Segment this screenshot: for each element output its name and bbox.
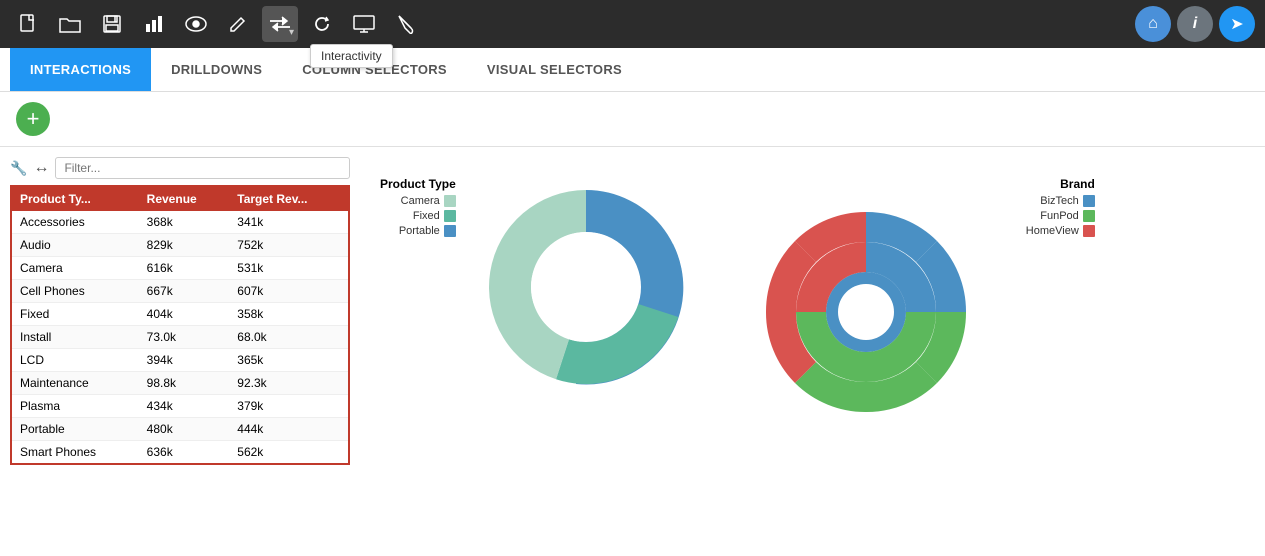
- table-cell-col0: LCD: [11, 349, 139, 372]
- table-cell-col0: Maintenance: [11, 372, 139, 395]
- table-row: Accessories368k341k: [11, 211, 349, 234]
- save-icon[interactable]: [94, 6, 130, 42]
- table-cell-col0: Cell Phones: [11, 280, 139, 303]
- home-icon[interactable]: ⌂: [1135, 6, 1171, 42]
- open-folder-icon[interactable]: [52, 6, 88, 42]
- table-cell-col1: 98.8k: [139, 372, 230, 395]
- table-row: Portable480k444k: [11, 418, 349, 441]
- interactivity-tooltip: Interactivity: [310, 44, 393, 68]
- table-cell-col1: 829k: [139, 234, 230, 257]
- col-header-revenue: Revenue: [139, 186, 230, 211]
- table-cell-col2: 92.3k: [229, 372, 349, 395]
- table-cell-col0: Plasma: [11, 395, 139, 418]
- table-cell-col1: 73.0k: [139, 326, 230, 349]
- share-icon[interactable]: ➤: [1219, 6, 1255, 42]
- table-cell-col1: 636k: [139, 441, 230, 465]
- table-row: Fixed404k358k: [11, 303, 349, 326]
- table-cell-col0: Install: [11, 326, 139, 349]
- table-cell-col1: 368k: [139, 211, 230, 234]
- arrows-icon[interactable]: ↔: [33, 159, 49, 177]
- table-cell-col0: Fixed: [11, 303, 139, 326]
- interactivity-icon[interactable]: ▾: [262, 6, 298, 42]
- table-cell-col1: 404k: [139, 303, 230, 326]
- donut-chart-1: [466, 167, 706, 407]
- legend-color-fixed: [444, 210, 456, 222]
- tab-visual-selectors[interactable]: VISUAL SELECTORS: [467, 48, 642, 91]
- col-header-target: Target Rev...: [229, 186, 349, 211]
- table-cell-col1: 434k: [139, 395, 230, 418]
- chart1-legend-title: Product Type: [380, 177, 456, 191]
- data-table: Product Ty... Revenue Target Rev... Acce…: [10, 185, 350, 465]
- legend-color-portable: [444, 225, 456, 237]
- legend-item-homeview: HomeView: [1026, 225, 1095, 237]
- monitor-icon[interactable]: [346, 6, 382, 42]
- toolbar: ▾ ⌂ i ➤: [0, 0, 1265, 48]
- table-row: LCD394k365k: [11, 349, 349, 372]
- brush-icon[interactable]: [388, 6, 424, 42]
- legend-color-camera: [444, 195, 456, 207]
- chart2-legend-title: Brand: [1026, 177, 1095, 191]
- content-area: 🔧 ↔ Product Ty... Revenue Target Rev... …: [0, 157, 1265, 556]
- table-cell-col0: Camera: [11, 257, 139, 280]
- table-cell-col2: 752k: [229, 234, 349, 257]
- table-row: Plasma434k379k: [11, 395, 349, 418]
- table-cell-col0: Accessories: [11, 211, 139, 234]
- eye-icon[interactable]: [178, 6, 214, 42]
- table-row: Camera616k531k: [11, 257, 349, 280]
- table-cell-col0: Smart Phones: [11, 441, 139, 465]
- tab-drilldowns[interactable]: DRILLDOWNS: [151, 48, 282, 91]
- table-cell-col1: 480k: [139, 418, 230, 441]
- chart1-legend: Product Type Camera Fixed Portable: [380, 167, 456, 240]
- legend-color-homeview: [1083, 225, 1095, 237]
- table-cell-col2: 444k: [229, 418, 349, 441]
- table-panel: 🔧 ↔ Product Ty... Revenue Target Rev... …: [10, 157, 350, 556]
- legend-item-biztech: BizTech: [1026, 195, 1095, 207]
- table-cell-col1: 667k: [139, 280, 230, 303]
- toolbar-right: ⌂ i ➤: [1135, 6, 1255, 42]
- table-row: Install73.0k68.0k: [11, 326, 349, 349]
- legend-color-biztech: [1083, 195, 1095, 207]
- table-row: Smart Phones636k562k: [11, 441, 349, 465]
- charts-area: Product Type Camera Fixed Portable: [350, 157, 1255, 556]
- table-cell-col2: 365k: [229, 349, 349, 372]
- table-cell-col0: Portable: [11, 418, 139, 441]
- table-cell-col2: 379k: [229, 395, 349, 418]
- sunburst-chart: [726, 167, 1026, 447]
- legend-color-funpod: [1083, 210, 1095, 222]
- legend-item-portable: Portable: [380, 225, 456, 237]
- table-cell-col0: Audio: [11, 234, 139, 257]
- table-row: Maintenance98.8k92.3k: [11, 372, 349, 395]
- legend-item-fixed: Fixed: [380, 210, 456, 222]
- table-cell-col2: 562k: [229, 441, 349, 465]
- add-section: +: [0, 92, 1265, 146]
- pencil-icon[interactable]: [220, 6, 256, 42]
- table-cell-col2: 68.0k: [229, 326, 349, 349]
- table-row: Cell Phones667k607k: [11, 280, 349, 303]
- table-toolbar: 🔧 ↔: [10, 157, 350, 179]
- wrench-icon[interactable]: 🔧: [10, 160, 27, 177]
- table-cell-col2: 607k: [229, 280, 349, 303]
- tab-interactions[interactable]: INTERACTIONS: [10, 48, 151, 91]
- table-cell-col2: 341k: [229, 211, 349, 234]
- chart2-legend: Brand BizTech FunPod HomeView: [1026, 167, 1095, 240]
- table-cell-col2: 531k: [229, 257, 349, 280]
- refresh-icon[interactable]: [304, 6, 340, 42]
- legend-item-funpod: FunPod: [1026, 210, 1095, 222]
- add-button[interactable]: +: [16, 102, 50, 136]
- table-cell-col1: 616k: [139, 257, 230, 280]
- col-header-product: Product Ty...: [11, 186, 139, 211]
- table-row: Audio829k752k: [11, 234, 349, 257]
- legend-item-camera: Camera: [380, 195, 456, 207]
- table-cell-col2: 358k: [229, 303, 349, 326]
- tabs-bar: INTERACTIONS DRILLDOWNS COLUMN SELECTORS…: [0, 48, 1265, 92]
- bar-chart-icon[interactable]: [136, 6, 172, 42]
- new-file-icon[interactable]: [10, 6, 46, 42]
- filter-input[interactable]: [55, 157, 350, 179]
- table-cell-col1: 394k: [139, 349, 230, 372]
- info-icon[interactable]: i: [1177, 6, 1213, 42]
